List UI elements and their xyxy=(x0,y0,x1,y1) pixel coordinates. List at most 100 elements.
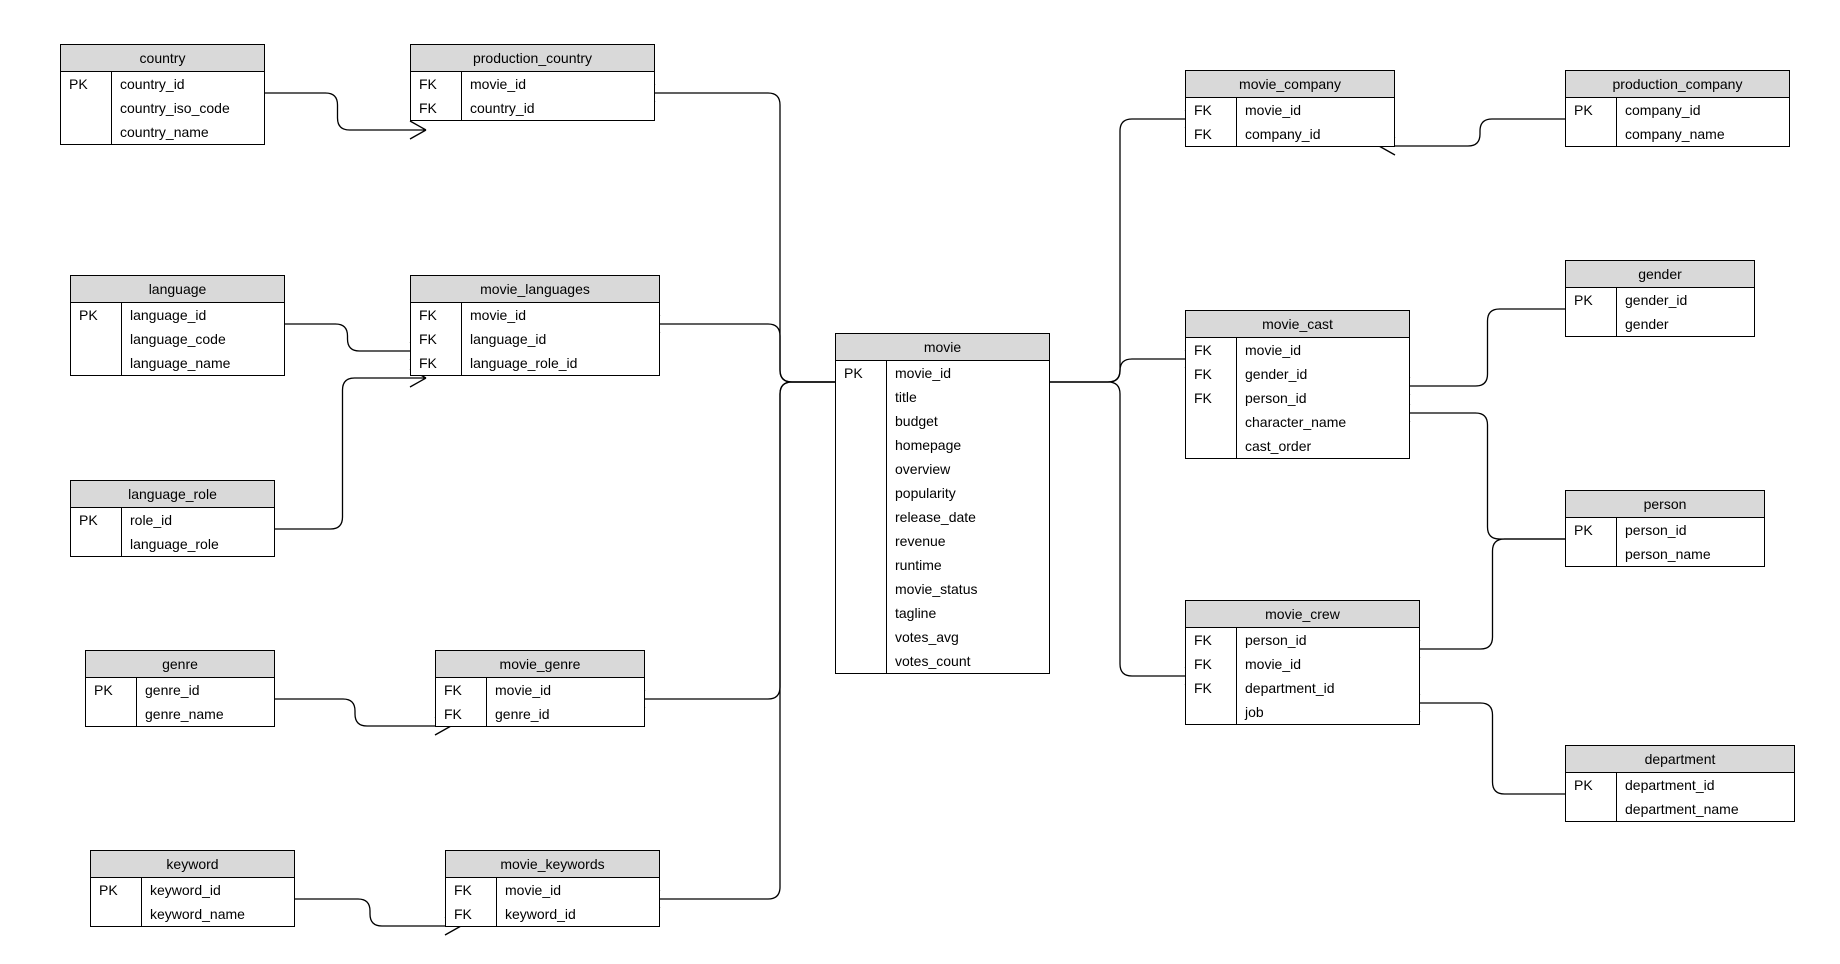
key-indicator: PK xyxy=(836,361,887,385)
attribute-name: revenue xyxy=(887,529,1050,553)
entity-language_role: language_rolePKrole_idlanguage_role xyxy=(70,480,275,557)
attribute-row: PKcompany_id xyxy=(1566,98,1789,122)
relationship-line xyxy=(1395,119,1565,146)
attribute-name: movie_id xyxy=(1237,338,1410,362)
attribute-name: keyword_id xyxy=(497,902,660,926)
attribute-list: PKkeyword_idkeyword_name xyxy=(91,878,294,926)
entity-title: country xyxy=(61,45,264,72)
entity-department: departmentPKdepartment_iddepartment_name xyxy=(1565,745,1795,822)
key-indicator xyxy=(836,385,887,409)
attribute-name: movie_id xyxy=(1237,98,1395,122)
attribute-name: department_id xyxy=(1237,676,1420,700)
relationship-line xyxy=(645,382,835,699)
key-indicator xyxy=(86,702,137,726)
attribute-name: gender_id xyxy=(1237,362,1410,386)
key-indicator xyxy=(1186,410,1237,434)
attribute-list: PKgender_idgender xyxy=(1566,288,1754,336)
key-indicator xyxy=(836,577,887,601)
attribute-list: PKdepartment_iddepartment_name xyxy=(1566,773,1794,821)
entity-language: languagePKlanguage_idlanguage_codelangua… xyxy=(70,275,285,376)
entity-title: movie_keywords xyxy=(446,851,659,878)
attribute-name: title xyxy=(887,385,1050,409)
key-indicator xyxy=(836,553,887,577)
key-indicator xyxy=(71,327,122,351)
attribute-row: keyword_name xyxy=(91,902,294,926)
key-indicator: PK xyxy=(91,878,142,902)
key-indicator: FK xyxy=(1186,652,1237,676)
entity-title: language xyxy=(71,276,284,303)
entity-title: gender xyxy=(1566,261,1754,288)
attribute-row: job xyxy=(1186,700,1419,724)
attribute-name: movie_id xyxy=(462,72,655,96)
key-indicator xyxy=(91,902,142,926)
entity-movie_languages: movie_languagesFKmovie_idFKlanguage_idFK… xyxy=(410,275,660,376)
key-indicator: FK xyxy=(411,351,462,375)
attribute-name: gender_id xyxy=(1617,288,1755,312)
attribute-name: language_id xyxy=(462,327,660,351)
attribute-row: homepage xyxy=(836,433,1049,457)
attribute-row: PKgender_id xyxy=(1566,288,1754,312)
relationship-line xyxy=(1420,703,1565,794)
key-indicator xyxy=(836,433,887,457)
attribute-row: FKmovie_id xyxy=(411,303,659,327)
relationship-line xyxy=(660,324,835,382)
attribute-row: tagline xyxy=(836,601,1049,625)
attribute-row: PKmovie_id xyxy=(836,361,1049,385)
attribute-name: votes_count xyxy=(887,649,1050,673)
key-indicator: PK xyxy=(71,508,122,532)
key-indicator xyxy=(836,481,887,505)
attribute-name: release_date xyxy=(887,505,1050,529)
entity-keyword: keywordPKkeyword_idkeyword_name xyxy=(90,850,295,927)
entity-movie_company: movie_companyFKmovie_idFKcompany_id xyxy=(1185,70,1395,147)
relationship-line xyxy=(655,93,835,382)
entity-movie_keywords: movie_keywordsFKmovie_idFKkeyword_id xyxy=(445,850,660,927)
entity-production_company: production_companyPKcompany_idcompany_na… xyxy=(1565,70,1790,147)
attribute-row: genre_name xyxy=(86,702,274,726)
attribute-row: FKmovie_id xyxy=(411,72,654,96)
attribute-row: revenue xyxy=(836,529,1049,553)
attribute-row: popularity xyxy=(836,481,1049,505)
attribute-row: FKperson_id xyxy=(1186,386,1409,410)
entity-title: production_company xyxy=(1566,71,1789,98)
attribute-row: runtime xyxy=(836,553,1049,577)
key-indicator xyxy=(71,351,122,375)
attribute-name: company_name xyxy=(1617,122,1790,146)
entity-movie: moviePKmovie_idtitlebudgethomepageovervi… xyxy=(835,333,1050,674)
entity-production_country: production_countryFKmovie_idFKcountry_id xyxy=(410,44,655,121)
key-indicator: FK xyxy=(1186,122,1237,146)
relationship-line xyxy=(1050,359,1185,382)
key-indicator: FK xyxy=(1186,338,1237,362)
attribute-name: department_id xyxy=(1617,773,1795,797)
key-indicator: PK xyxy=(1566,288,1617,312)
attribute-row: PKperson_id xyxy=(1566,518,1764,542)
attribute-row: country_iso_code xyxy=(61,96,264,120)
attribute-row: FKmovie_id xyxy=(1186,652,1419,676)
attribute-list: FKmovie_idFKcountry_id xyxy=(411,72,654,120)
attribute-name: runtime xyxy=(887,553,1050,577)
attribute-row: cast_order xyxy=(1186,434,1409,458)
attribute-row: budget xyxy=(836,409,1049,433)
entity-title: movie_company xyxy=(1186,71,1394,98)
attribute-row: PKrole_id xyxy=(71,508,274,532)
relationship-line xyxy=(660,382,835,899)
attribute-name: language_id xyxy=(122,303,285,327)
attribute-name: department_name xyxy=(1617,797,1795,821)
attribute-name: movie_status xyxy=(887,577,1050,601)
attribute-name: overview xyxy=(887,457,1050,481)
relationship-line xyxy=(295,899,445,926)
entity-title: person xyxy=(1566,491,1764,518)
entity-title: movie_genre xyxy=(436,651,644,678)
relationship-line xyxy=(1410,309,1565,386)
entity-title: department xyxy=(1566,746,1794,773)
erd-canvas: countryPKcountry_idcountry_iso_codecount… xyxy=(0,0,1840,964)
attribute-row: FKkeyword_id xyxy=(446,902,659,926)
attribute-name: company_id xyxy=(1237,122,1395,146)
attribute-row: overview xyxy=(836,457,1049,481)
attribute-name: country_name xyxy=(112,120,265,144)
key-indicator xyxy=(836,625,887,649)
attribute-row: language_name xyxy=(71,351,284,375)
relationship-line xyxy=(275,378,410,529)
relationship-line xyxy=(275,699,435,726)
attribute-list: PKlanguage_idlanguage_codelanguage_name xyxy=(71,303,284,375)
key-indicator: PK xyxy=(1566,98,1617,122)
